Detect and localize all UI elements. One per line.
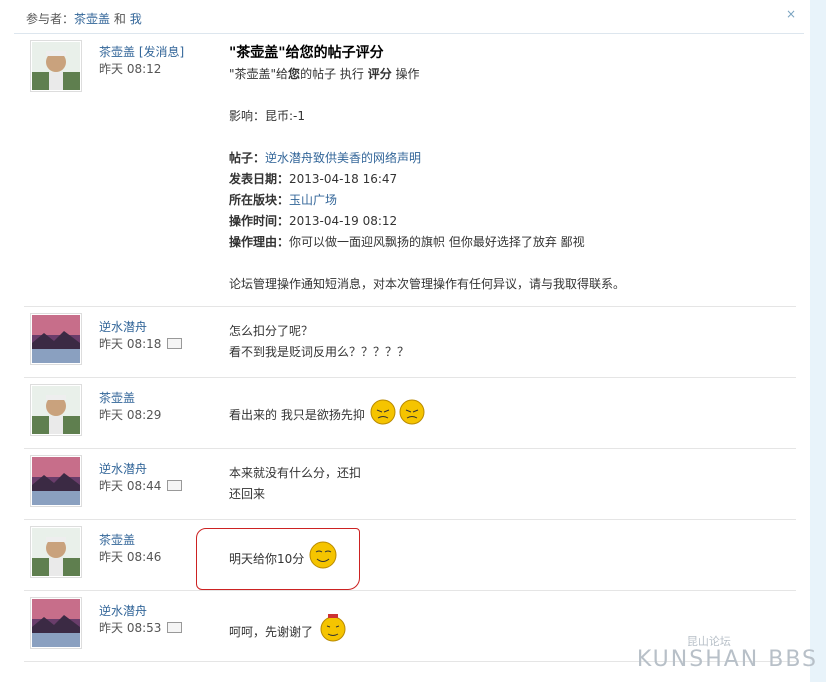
board-link[interactable]: 玉山广场 — [289, 193, 337, 207]
author-name[interactable]: 逆水潜舟 — [99, 602, 147, 619]
author-name[interactable]: 茶壶盖 — [99, 531, 135, 548]
angry-smiley-icon — [370, 399, 425, 425]
message-line: 看不到我是贬词反用么？？？？？ — [229, 345, 410, 359]
message-line: 看出来的 我只是欲扬先抑 — [229, 398, 427, 426]
notice-summary: "茶壶盖"给您的帖子 执行 评分 操作 — [229, 67, 420, 81]
author-name[interactable]: 茶壶盖 [发消息] — [99, 43, 184, 60]
thanks-smiley-icon — [320, 614, 346, 642]
avatar-man-icon — [32, 386, 80, 434]
message-time: 昨天 08:46 — [99, 550, 162, 564]
author-name[interactable]: 逆水潜舟 — [99, 318, 147, 335]
mail-icon[interactable] — [167, 622, 183, 633]
message-content: 本来就没有什么分，还扣 还回来 — [229, 463, 361, 505]
notice-reason: 操作理由：你可以做一面迎风飘扬的旗帜 但你最好选择了放弃 鄙视 — [229, 235, 585, 249]
message-time: 昨天 08:12 — [99, 62, 162, 76]
message-row: 茶壶盖 昨天 08:29 看出来的 我只是欲扬先抑 — [24, 378, 796, 449]
message-content: 看出来的 我只是欲扬先抑 — [229, 398, 427, 426]
avatar[interactable] — [30, 526, 82, 578]
message-row: 茶壶盖 [发消息] 昨天 08:12 "茶壶盖"给您的帖子评分 "茶壶盖"给您的… — [24, 34, 796, 307]
close-icon[interactable]: × — [786, 7, 796, 21]
mail-icon[interactable] — [167, 338, 183, 349]
message-time: 昨天 08:18 — [99, 335, 183, 352]
notice-title: "茶壶盖"给您的帖子评分 — [229, 45, 384, 61]
avatar-landscape-icon — [32, 599, 80, 647]
notice-impact: 影响：昆币:-1 — [229, 109, 306, 123]
notice-post: 帖子：逆水潜舟致供美香的网络声明 — [229, 151, 422, 165]
notice-footer: 论坛管理操作通知短消息，对本次管理操作有任何异议，请与我取得联系。 — [229, 277, 626, 291]
avatar-man-icon — [32, 42, 80, 90]
message-row: 茶壶盖 昨天 08:46 明天给你10分 — [24, 520, 796, 591]
participant-link-1[interactable]: 茶壶盖 — [74, 12, 110, 26]
author-name[interactable]: 逆水潜舟 — [99, 460, 147, 477]
avatar-man-icon — [32, 528, 80, 576]
right-edge-strip — [810, 0, 826, 682]
author-name[interactable]: 茶壶盖 — [99, 389, 135, 406]
avatar-landscape-icon — [32, 457, 80, 505]
notice-optime: 操作时间：2013-04-19 08:12 — [229, 214, 398, 228]
message-time: 昨天 08:53 — [99, 619, 183, 636]
message-time: 昨天 08:44 — [99, 477, 183, 494]
mail-icon[interactable] — [167, 480, 183, 491]
message-time: 昨天 08:29 — [99, 408, 162, 422]
message-line: 呵呵，先谢谢了 — [229, 611, 349, 643]
red-highlight-circle — [196, 528, 360, 590]
message-row: 逆水潜舟 昨天 08:18 怎么扣分了呢？ 看不到我是贬词反用么？？？？？ — [24, 307, 796, 378]
notice-date: 发表日期：2013-04-18 16:47 — [229, 172, 398, 186]
avatar-landscape-icon — [32, 315, 80, 363]
participants-label: 参与者：茶壶盖 和 我 — [26, 12, 142, 26]
participant-link-2[interactable]: 我 — [130, 12, 142, 26]
post-link[interactable]: 逆水潜舟致供美香的网络声明 — [265, 151, 421, 165]
message-line: 本来就没有什么分，还扣 — [229, 466, 362, 480]
site-watermark: 昆山论坛 KUNSHAN BBS — [636, 635, 818, 672]
message-content: 怎么扣分了呢？ 看不到我是贬词反用么？？？？？ — [229, 321, 409, 363]
message-row: 逆水潜舟 昨天 08:44 本来就没有什么分，还扣 还回来 — [24, 449, 796, 520]
avatar[interactable] — [30, 455, 82, 507]
message-line: 怎么扣分了呢？ — [229, 324, 314, 338]
avatar[interactable] — [30, 597, 82, 649]
message-content: 呵呵，先谢谢了 — [229, 611, 349, 643]
avatar[interactable] — [30, 384, 82, 436]
message-content: "茶壶盖"给您的帖子评分 "茶壶盖"给您的帖子 执行 评分 操作 影响：昆币:-… — [229, 43, 625, 295]
participants-header: 参与者：茶壶盖 和 我 × — [14, 0, 804, 34]
message-line: 还回来 — [229, 487, 266, 501]
avatar[interactable] — [30, 313, 82, 365]
avatar[interactable] — [30, 40, 82, 92]
notice-board: 所在版块：玉山广场 — [229, 193, 338, 207]
